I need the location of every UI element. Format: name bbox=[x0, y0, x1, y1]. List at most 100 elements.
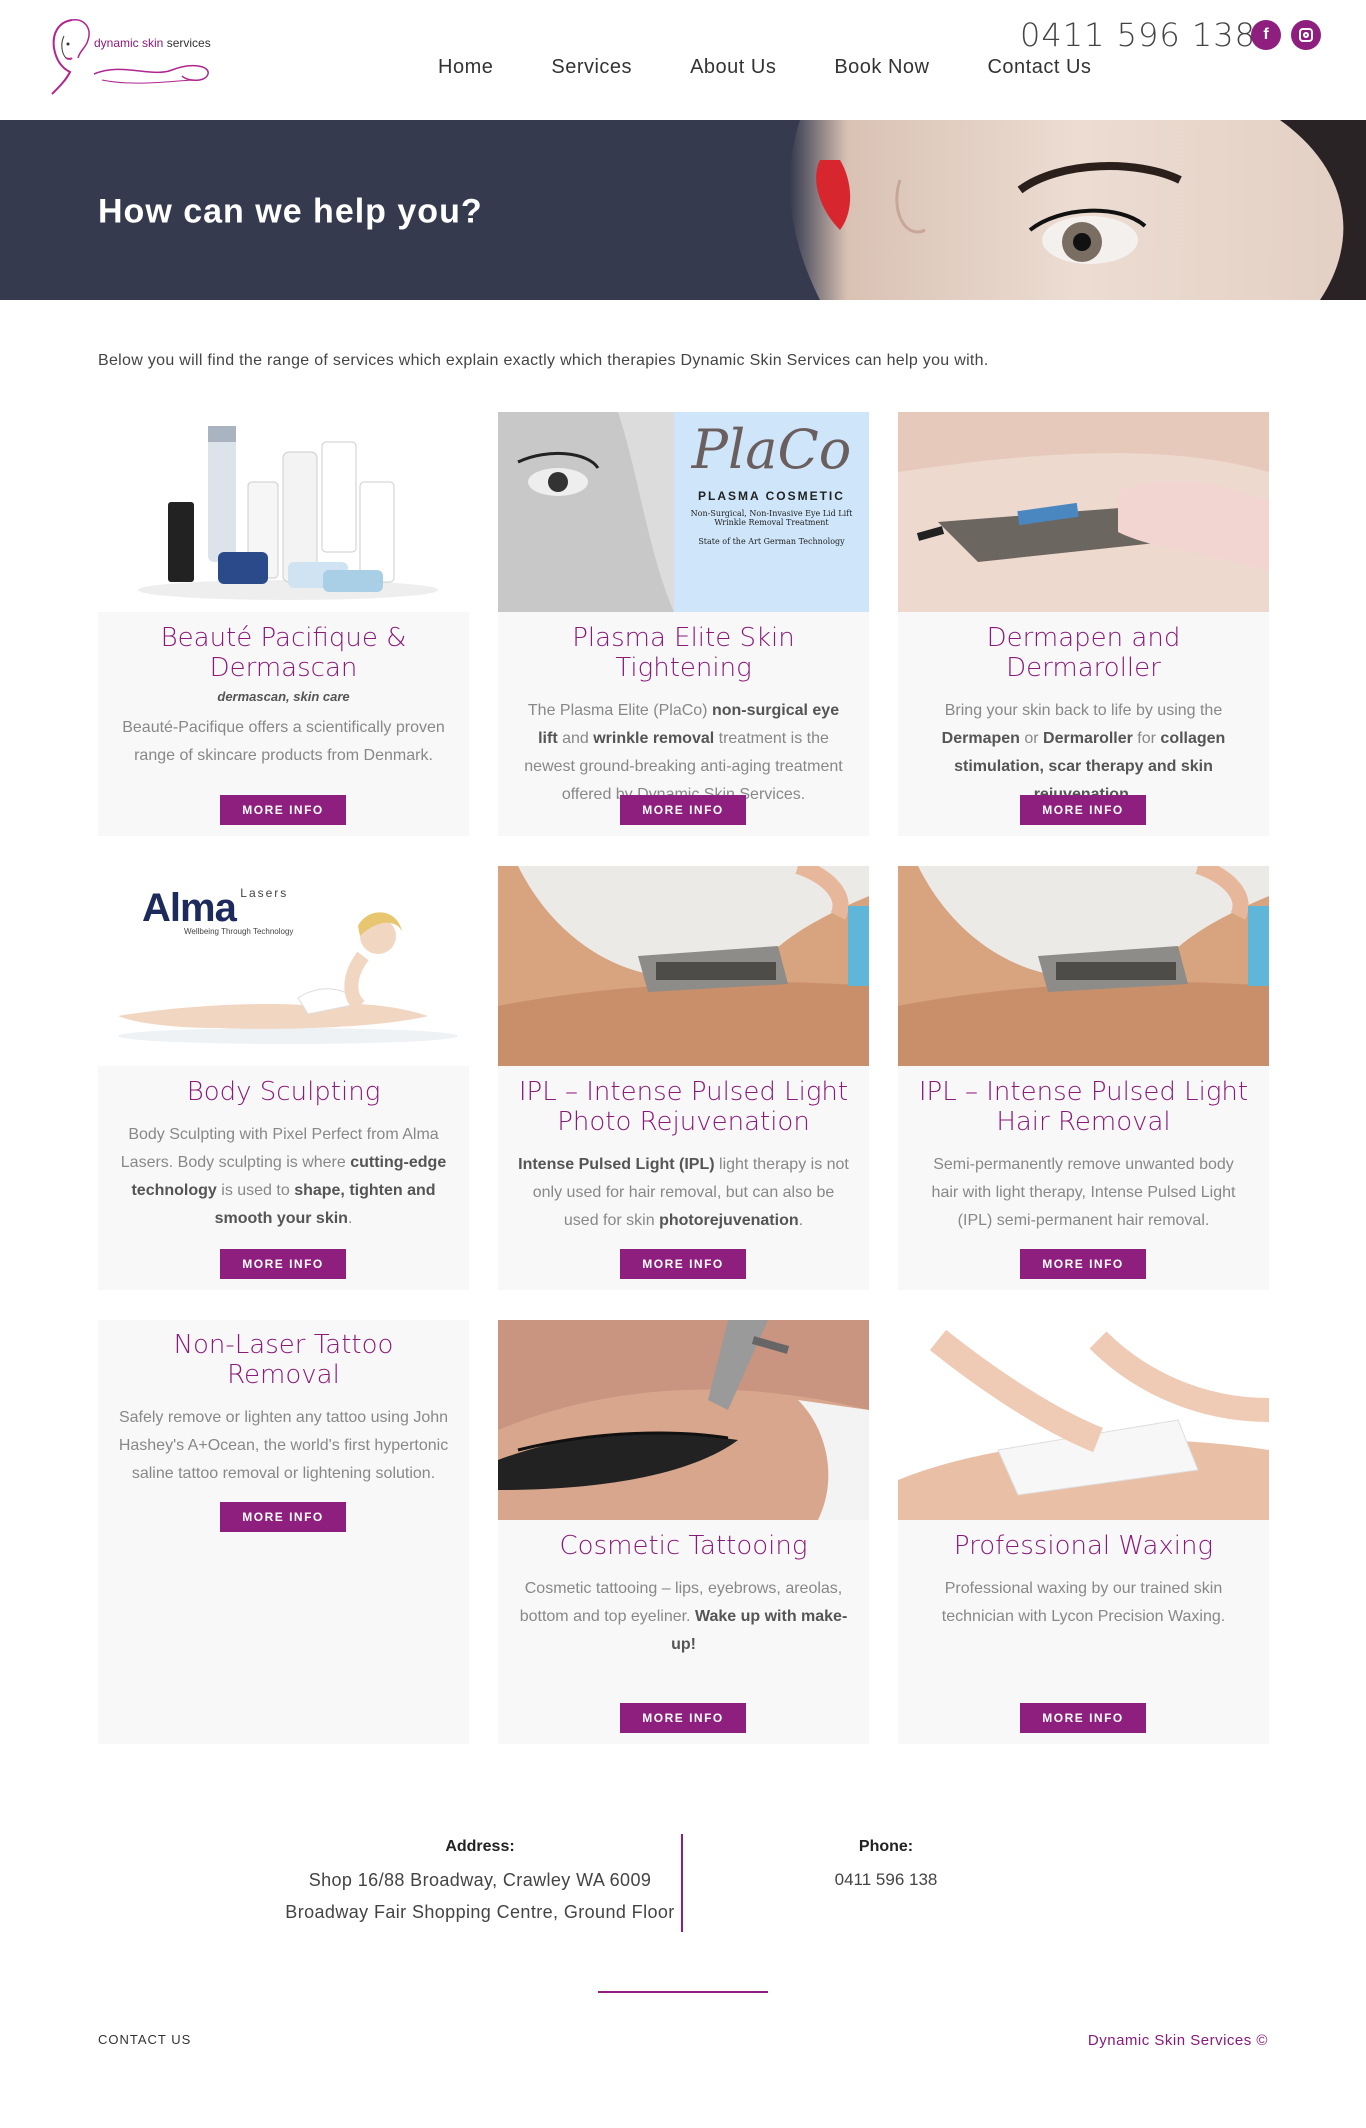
card-image-ipl bbox=[498, 866, 869, 1066]
service-title[interactable]: Beauté Pacifique & Dermascan bbox=[98, 623, 469, 683]
card-image-ipl-hair bbox=[898, 866, 1269, 1066]
service-card-waxing: Professional Waxing Professional waxing … bbox=[898, 1320, 1269, 1744]
address-line-2: Broadway Fair Shopping Centre, Ground Fl… bbox=[285, 1902, 675, 1922]
desc-text: Bring your skin back to life by using th… bbox=[944, 702, 1223, 719]
service-title[interactable]: Body Sculpting bbox=[98, 1077, 469, 1107]
card-image-skincare bbox=[98, 412, 469, 612]
logo-text-services: services bbox=[163, 36, 211, 50]
alma-brand: Alma bbox=[142, 886, 237, 930]
service-description: Bring your skin back to life by using th… bbox=[898, 697, 1269, 809]
plasma-subtext-2: Wrinkle Removal Treatment bbox=[714, 518, 829, 527]
desc-text: for bbox=[1132, 730, 1161, 747]
address-label: Address: bbox=[445, 1838, 515, 1855]
banner-face-image bbox=[789, 120, 1366, 300]
header-phone[interactable]: 0411 596 138 bbox=[1020, 16, 1256, 54]
address-line-1: Shop 16/88 Broadway, Crawley WA 6009 bbox=[308, 1870, 652, 1890]
site-logo[interactable]: dynamic skin services bbox=[44, 14, 214, 98]
dermapen-image bbox=[898, 412, 1269, 612]
service-title[interactable]: Plasma Elite Skin Tightening bbox=[498, 623, 869, 683]
alma-sub: Lasers bbox=[240, 886, 289, 900]
alma-tagline: Wellbeing Through Technology bbox=[184, 927, 294, 936]
card-image-alma: Alma Lasers Wellbeing Through Technology bbox=[98, 866, 469, 1066]
service-description: Professional waxing by our trained skin … bbox=[941, 1580, 1226, 1625]
desc-bold: Wake up with make-up! bbox=[671, 1608, 848, 1653]
service-title[interactable]: Professional Waxing bbox=[898, 1531, 1269, 1561]
phone-label: Phone: bbox=[858, 1838, 914, 1855]
waxing-image bbox=[898, 1320, 1269, 1520]
service-description: Semi-permanently remove unwanted body ha… bbox=[931, 1156, 1236, 1229]
more-info-button[interactable]: MORE INFO bbox=[620, 795, 746, 825]
service-card-plasma-elite: PlaCo PLASMA COSMETIC Non-Surgical, Non-… bbox=[498, 412, 869, 836]
service-card-ipl-hair-removal: IPL – Intense Pulsed Light Hair Removal … bbox=[898, 866, 1269, 1290]
nav-contact-us[interactable]: Contact Us bbox=[987, 56, 1091, 79]
more-info-button[interactable]: MORE INFO bbox=[220, 795, 346, 825]
desc-text: and bbox=[557, 730, 594, 747]
service-description: Cosmetic tattooing – lips, eyebrows, are… bbox=[498, 1575, 869, 1659]
service-title[interactable]: Cosmetic Tattooing bbox=[498, 1531, 869, 1561]
service-tags: dermascan, skin care bbox=[217, 689, 350, 704]
desc-text: The Plasma Elite (PlaCo) bbox=[527, 702, 712, 719]
logo-text-dynamic: dynamic skin bbox=[94, 36, 164, 50]
service-title[interactable]: Non-Laser Tattoo Removal bbox=[98, 1330, 469, 1390]
plasma-subtext-3: State of the Art German Technology bbox=[698, 537, 845, 546]
intro-text: Below you will find the range of service… bbox=[98, 352, 989, 369]
service-description: Safely remove or lighten any tattoo usin… bbox=[118, 1409, 449, 1482]
desc-bold: Dermapen bbox=[941, 730, 1020, 747]
more-info-button[interactable]: MORE INFO bbox=[1020, 1249, 1146, 1279]
nav-services[interactable]: Services bbox=[551, 56, 632, 79]
service-card-beaute-pacifique: Beauté Pacifique & Dermascan dermascan, … bbox=[98, 412, 469, 836]
footer-copyright: Dynamic Skin Services © bbox=[1087, 2032, 1268, 2049]
desc-bold: Intense Pulsed Light (IPL) bbox=[518, 1156, 715, 1173]
service-description: The Plasma Elite (PlaCo) non-surgical ey… bbox=[498, 697, 869, 809]
service-card-body-sculpting: Alma Lasers Wellbeing Through Technology… bbox=[98, 866, 469, 1290]
card-image-waxing bbox=[898, 1320, 1269, 1520]
service-title[interactable]: IPL – Intense Pulsed Light Photo Rejuven… bbox=[498, 1077, 869, 1137]
phone-number[interactable]: 0411 596 138 bbox=[800, 1870, 972, 1890]
more-info-button[interactable]: MORE INFO bbox=[620, 1249, 746, 1279]
service-card-cosmetic-tattooing: Cosmetic Tattooing Cosmetic tattooing – … bbox=[498, 1320, 869, 1744]
desc-text: . bbox=[798, 1212, 804, 1229]
more-info-button[interactable]: MORE INFO bbox=[1020, 1703, 1146, 1733]
contact-divider bbox=[681, 1834, 683, 1932]
plasma-brand-text: PLASMA COSMETIC bbox=[698, 489, 845, 503]
plasma-logo-block: PlaCo PLASMA COSMETIC Non-Surgical, Non-… bbox=[674, 412, 869, 612]
more-info-button[interactable]: MORE INFO bbox=[220, 1502, 346, 1532]
footer-divider bbox=[598, 1991, 768, 1993]
service-title[interactable]: Dermapen and Dermaroller bbox=[898, 623, 1269, 683]
plasma-subtext-1: Non-Surgical, Non-Invasive Eye Lid Lift bbox=[690, 509, 853, 518]
alma-logo: Alma Lasers Wellbeing Through Technology bbox=[142, 886, 293, 936]
more-info-button[interactable]: MORE INFO bbox=[1020, 795, 1146, 825]
service-card-tattoo-removal: Non-Laser Tattoo Removal Safely remove o… bbox=[98, 1320, 469, 1744]
instagram-icon[interactable] bbox=[1291, 20, 1321, 50]
card-image-plasma: PlaCo PLASMA COSMETIC Non-Surgical, Non-… bbox=[498, 412, 869, 612]
skincare-products-image bbox=[98, 412, 469, 612]
card-image-cosmetic-tattoo bbox=[498, 1320, 869, 1520]
placo-logo: PlaCo bbox=[691, 418, 852, 481]
facebook-icon[interactable]: f bbox=[1251, 20, 1281, 50]
instagram-glyph bbox=[1299, 28, 1313, 42]
service-description: Beauté-Pacifique offers a scientifically… bbox=[122, 719, 445, 764]
desc-text: . bbox=[347, 1210, 353, 1227]
nav-home[interactable]: Home bbox=[438, 56, 493, 79]
eyeliner-tattoo-image bbox=[498, 1320, 869, 1520]
footer-contact-link[interactable]: CONTACT US bbox=[98, 2032, 191, 2047]
desc-bold: photorejuvenation bbox=[659, 1212, 799, 1229]
more-info-button[interactable]: MORE INFO bbox=[220, 1249, 346, 1279]
desc-bold: wrinkle removal bbox=[593, 730, 715, 747]
desc-bold: Dermaroller bbox=[1043, 730, 1133, 747]
desc-text: or bbox=[1019, 730, 1044, 747]
site-header: dynamic skin services 0411 596 138 f Hom… bbox=[0, 0, 1366, 120]
service-card-ipl-photo-rejuvenation: IPL – Intense Pulsed Light Photo Rejuven… bbox=[498, 866, 869, 1290]
nav-about-us[interactable]: About Us bbox=[690, 56, 776, 79]
desc-text: is used to bbox=[216, 1182, 295, 1199]
logo-wordmark: dynamic skin services bbox=[94, 36, 211, 50]
logo-swirl-icon bbox=[93, 64, 209, 84]
nav-book-now[interactable]: Book Now bbox=[834, 56, 929, 79]
more-info-button[interactable]: MORE INFO bbox=[620, 1703, 746, 1733]
service-description: Body Sculpting with Pixel Perfect from A… bbox=[98, 1121, 469, 1233]
service-title[interactable]: IPL – Intense Pulsed Light Hair Removal bbox=[898, 1077, 1269, 1137]
ipl-device-image bbox=[498, 866, 869, 1066]
main-nav: Home Services About Us Book Now Contact … bbox=[438, 56, 1149, 79]
ipl-device-image bbox=[898, 866, 1269, 1066]
service-card-dermapen: Dermapen and Dermaroller Bring your skin… bbox=[898, 412, 1269, 836]
